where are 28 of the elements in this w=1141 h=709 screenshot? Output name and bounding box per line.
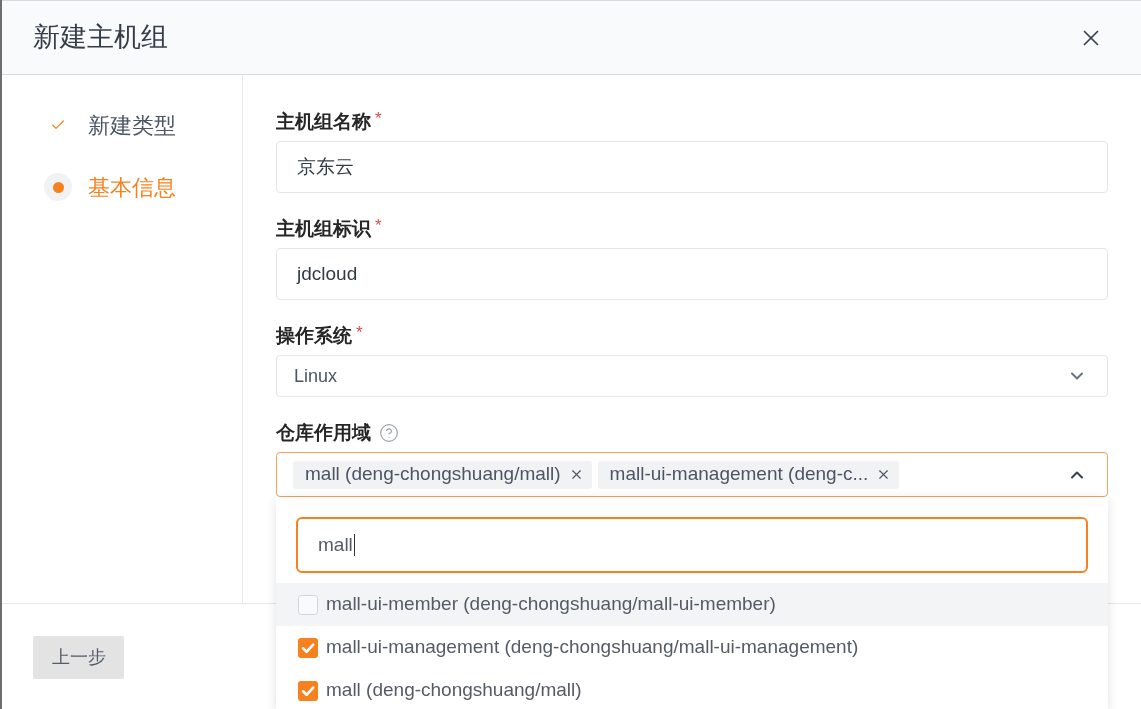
checkbox[interactable] (298, 594, 318, 615)
multi-select-field[interactable]: mall (deng-chongshuang/mall) mall-ui-management (deng-c... (276, 452, 1108, 497)
search-field[interactable]: mall (296, 517, 1088, 573)
search-value: mall (318, 532, 353, 557)
field-label: 仓库作用域 (276, 422, 371, 444)
step-label: 新建类型 (88, 111, 176, 140)
dropdown-option[interactable]: mall (deng-chongshuang/mall) (276, 669, 1108, 709)
text-cursor-icon (353, 534, 355, 556)
tag-label: mall-ui-management (deng-c... (609, 462, 869, 487)
help-icon[interactable] (379, 423, 399, 443)
text-input-field[interactable]: 京东云 (276, 141, 1108, 193)
required-mark: * (375, 218, 382, 234)
step-label: 基本信息 (88, 173, 176, 202)
checkbox[interactable] (298, 637, 318, 658)
dialog-title: 新建主机组 (33, 21, 168, 55)
required-mark: * (375, 111, 382, 127)
dropdown-option[interactable]: mall-ui-member (deng-chongshuang/mall-ui-member) (276, 583, 1108, 626)
tag-label: mall (deng-chongshuang/mall) (305, 462, 561, 487)
text-input-field[interactable]: jdcloud (276, 248, 1108, 300)
field-label: 主机组名称 (276, 111, 371, 133)
field-label: 主机组标识 (276, 218, 371, 240)
back-button[interactable]: 上一步 (33, 636, 124, 679)
select-value: Linux (294, 364, 338, 388)
checkbox[interactable] (298, 680, 318, 701)
field-label: 操作系统 (276, 325, 352, 347)
select-field[interactable]: Linux (276, 355, 1108, 397)
required-mark: * (356, 325, 363, 341)
dropdown-option[interactable]: mall-ui-management (deng-chongshuang/mall-ui-management) (276, 626, 1108, 669)
